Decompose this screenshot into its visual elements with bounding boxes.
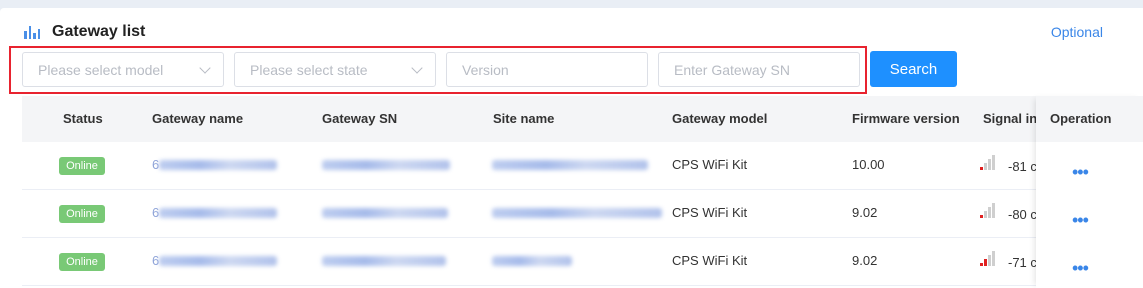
column-status[interactable]: Status [63,111,103,126]
optional-link[interactable]: Optional [1051,24,1103,40]
operation-column: Operation ••• ••• ••• [1036,96,1143,288]
redacted-gateway-name [159,160,277,170]
table-header: Status Gateway name Gateway SN Site name… [22,96,1143,142]
gateway-model: CPS WiFi Kit [672,157,748,172]
redaction-mask [162,190,642,196]
state-select-placeholder: Please select state [250,61,368,78]
gateway-table: Status Gateway name Gateway SN Site name… [22,96,1143,288]
signal-value: -80 c [1008,207,1037,222]
column-gateway-name[interactable]: Gateway name [152,111,243,126]
more-actions-icon[interactable]: ••• [1072,162,1089,183]
redacted-gateway-sn [322,208,448,218]
column-signal[interactable]: Signal in [983,111,1037,126]
page-title: Gateway list [52,23,146,40]
panel-header: Gateway list [24,22,145,42]
search-button[interactable]: Search [870,51,957,87]
chevron-down-icon [199,62,211,74]
column-operation: Operation [1050,111,1112,126]
column-firmware-version[interactable]: Firmware version [852,111,960,126]
column-gateway-sn[interactable]: Gateway SN [322,111,397,126]
redacted-site-name[interactable] [492,208,662,218]
redaction-mask [162,238,642,244]
gateway-sn-input-placeholder: Enter Gateway SN [674,61,790,78]
version-input[interactable]: Version [446,52,648,87]
redacted-gateway-name [159,208,277,218]
state-select[interactable]: Please select state [234,52,436,87]
column-gateway-model[interactable]: Gateway model [672,111,767,126]
redacted-gateway-name [159,256,277,266]
signal-strength-icon [980,200,995,218]
status-badge: Online [59,253,105,271]
status-badge: Online [59,205,105,223]
gateway-list-panel: Gateway list Optional Please select mode… [0,8,1143,288]
more-actions-icon[interactable]: ••• [1072,210,1089,231]
firmware-version: 9.02 [852,205,878,220]
bar-chart-icon [24,25,40,39]
more-actions-icon[interactable]: ••• [1072,258,1089,279]
gateway-sn-input[interactable]: Enter Gateway SN [658,52,860,87]
signal-strength-icon [980,152,995,170]
signal-value: -71 c [1008,255,1037,270]
redacted-gateway-sn [322,256,446,266]
firmware-version: 9.02 [852,253,878,268]
chevron-down-icon [411,62,423,74]
signal-strength-icon [980,248,995,266]
table-row[interactable]: Online 6 CPS WiFi Kit 9.02 -71 c [22,238,1143,286]
redacted-gateway-sn [322,160,450,170]
column-site-name[interactable]: Site name [493,111,554,126]
table-row[interactable]: Online 6 CPS WiFi Kit 9.02 -80 c [22,190,1143,238]
operation-header: Operation [1036,96,1143,142]
status-badge: Online [59,157,105,175]
redacted-site-name[interactable] [492,256,572,266]
gateway-model: CPS WiFi Kit [672,205,748,220]
firmware-version: 10.00 [852,157,885,172]
model-select-placeholder: Please select model [38,61,164,78]
version-input-placeholder: Version [462,61,509,78]
signal-value: -81 c [1008,159,1037,174]
model-select[interactable]: Please select model [22,52,224,87]
table-row[interactable]: Online 6 CPS WiFi Kit 10.00 -81 c [22,142,1143,190]
gateway-model: CPS WiFi Kit [672,253,748,268]
redacted-site-name[interactable] [492,160,648,170]
